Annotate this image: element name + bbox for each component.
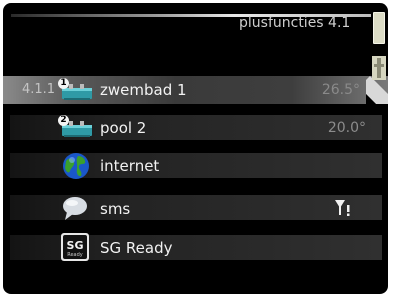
display-screen: plusfuncties 4.1 4.1.1 1 zwembad 1 26.5° (3, 3, 388, 294)
menu-item-label: SG Ready (100, 239, 173, 257)
sg-icon-subtext: Ready (67, 252, 83, 258)
menu-item-sms[interactable]: sms (10, 195, 382, 220)
menu-item-zwembad-1[interactable]: 4.1.1 1 zwembad 1 26.5° (3, 76, 388, 104)
page-corner-icon (366, 76, 388, 104)
pool-number-badge: 1 (58, 78, 69, 89)
pool-number-badge: 2 (58, 115, 69, 126)
speech-bubble-icon (60, 195, 90, 221)
menu-item-value: 26.5° (321, 82, 360, 98)
scrollbar[interactable] (373, 12, 385, 44)
menu-tree-icon[interactable] (370, 56, 388, 80)
signal-warning-icon (333, 198, 353, 218)
menu-item-internet[interactable]: internet (10, 151, 382, 181)
menu-item-label: internet (100, 157, 160, 175)
sg-icon-text: SG (67, 239, 84, 252)
menu-item-label: zwembad 1 (100, 81, 187, 99)
menu-item-label: pool 2 (100, 119, 147, 137)
globe-icon (61, 151, 91, 181)
menu-item-label: sms (100, 200, 131, 218)
sg-ready-icon: SG Ready (60, 232, 90, 262)
menu-number: 4.1.1 (22, 82, 56, 97)
menu-item-value: 20.0° (327, 120, 366, 136)
menu-item-sg-ready[interactable]: SG Ready SG Ready (10, 232, 382, 262)
menu-item-pool-2[interactable]: 2 pool 2 20.0° (10, 115, 382, 140)
page-title: plusfuncties 4.1 (239, 15, 351, 31)
